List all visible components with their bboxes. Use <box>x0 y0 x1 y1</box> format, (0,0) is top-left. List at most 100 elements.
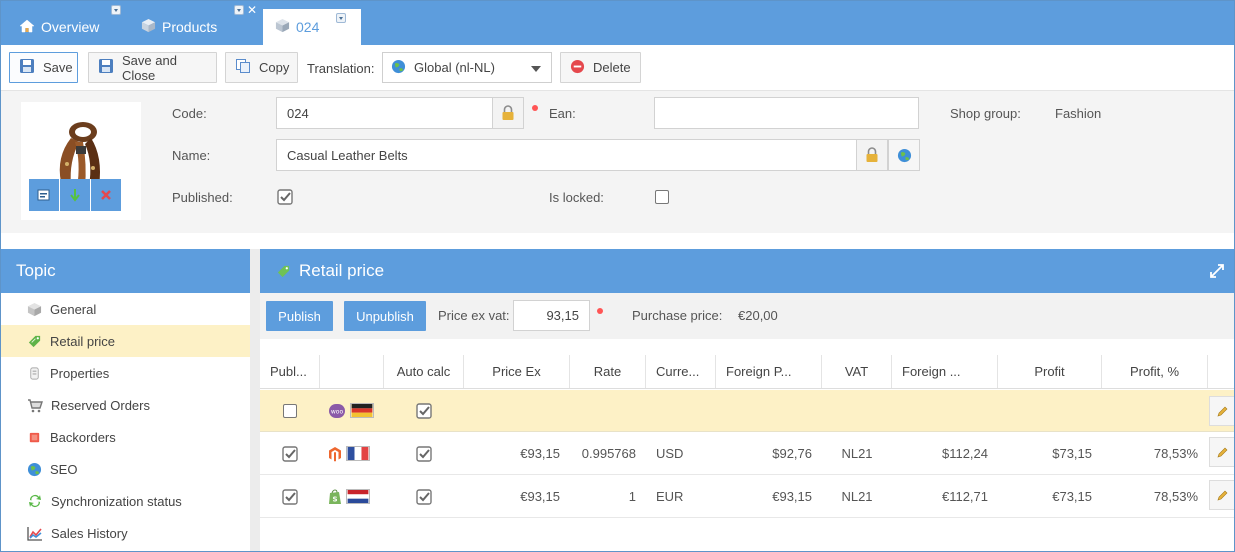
topic-item-general[interactable]: General <box>1 293 250 325</box>
topic-item-label: General <box>50 301 97 317</box>
topic-item-label: SEO <box>50 461 78 477</box>
copy-button[interactable]: Copy <box>225 52 298 83</box>
properties-icon <box>30 366 39 380</box>
translation-select[interactable]: Global (nl-NL) <box>382 52 552 83</box>
cart-icon <box>28 398 43 412</box>
chart-icon <box>27 526 42 541</box>
topic-item-seo[interactable]: SEO <box>1 453 250 485</box>
table-row[interactable]: €93,15 0.995768 USD $92,76 NL21 $112,24 … <box>260 433 1234 475</box>
row-foreign-incl: €112,71 <box>941 489 988 504</box>
column-header-profit-percent[interactable]: Profit, % <box>1102 355 1208 388</box>
shopify-icon: S <box>329 488 341 504</box>
topic-item-reserved-orders[interactable]: Reserved Orders <box>1 389 250 421</box>
column-header-foreign-incl[interactable]: Foreign ... <box>892 355 998 388</box>
lock-icon <box>866 147 878 162</box>
save-and-close-button[interactable]: Save and Close <box>88 52 217 83</box>
column-header-foreign-price[interactable]: Foreign P... <box>716 355 822 388</box>
cube-icon <box>275 18 290 36</box>
unpublish-button[interactable]: Unpublish <box>344 301 426 331</box>
column-header-currency[interactable]: Curre... <box>646 355 716 388</box>
code-lock-button[interactable] <box>492 97 524 129</box>
locked-checkbox[interactable] <box>655 190 669 204</box>
row-foreign-incl: $112,24 <box>941 446 988 461</box>
topic-item-sales-history[interactable]: Sales History <box>1 517 250 549</box>
copy-label: Copy <box>259 60 290 75</box>
row-vat: NL21 <box>841 446 873 461</box>
table-row[interactable]: S €93,15 1 EUR €93,15 NL21 €112,71 €73,1… <box>260 476 1234 518</box>
close-icon[interactable]: ✕ <box>247 4 257 16</box>
name-translate-button[interactable] <box>888 139 920 171</box>
row-auto-calc-cell <box>384 476 464 517</box>
row-edit-button[interactable] <box>1209 437 1234 467</box>
topic-title: Topic <box>1 249 250 293</box>
tab-products-controls: ✕ <box>234 4 257 16</box>
tab-menu-button[interactable] <box>111 5 121 15</box>
tab-menu-button[interactable] <box>234 5 244 15</box>
required-indicator-icon <box>597 308 603 314</box>
published-checkbox[interactable] <box>277 189 293 205</box>
topic-item-properties[interactable]: Properties <box>1 357 250 389</box>
sync-icon <box>29 495 41 507</box>
close-icon[interactable]: ✕ <box>349 12 359 24</box>
auto-calc-checkbox[interactable] <box>416 488 432 505</box>
shop-group-label: Shop group: <box>950 106 1021 121</box>
tab-menu-button[interactable] <box>336 13 346 23</box>
grid-header: Publ... Auto calc Price Ex Rate Curre...… <box>260 355 1234 389</box>
row-profit: €73,15 <box>1052 489 1092 504</box>
row-auto-calc-cell <box>384 433 464 474</box>
row-published-checkbox[interactable] <box>282 445 298 462</box>
name-input[interactable]: Casual Leather Belts <box>276 139 857 171</box>
column-header-shop[interactable] <box>320 355 384 388</box>
row-shop-cell: woo <box>320 390 384 431</box>
row-profit-percent: 78,53% <box>1153 446 1198 461</box>
price-tag-icon <box>277 265 290 277</box>
download-image-button[interactable] <box>60 179 91 211</box>
topic-item-synchronization-status[interactable]: Synchronization status <box>1 485 250 517</box>
row-published-cell <box>260 476 320 517</box>
auto-calc-checkbox[interactable] <box>416 402 432 419</box>
shop-group-value: Fashion <box>1055 106 1102 121</box>
column-header-profit[interactable]: Profit <box>998 355 1102 388</box>
column-header-vat[interactable]: VAT <box>822 355 892 388</box>
tab-024-controls: ✕ <box>336 12 359 24</box>
code-input[interactable]: 024 <box>276 97 493 129</box>
row-published-checkbox[interactable] <box>283 403 297 418</box>
name-label: Name: <box>172 148 211 163</box>
row-profit-percent: 78,53% <box>1153 489 1198 504</box>
column-header-price-ex[interactable]: Price Ex <box>464 355 570 388</box>
publish-button[interactable]: Publish <box>266 301 333 331</box>
price-ex-vat-input[interactable]: 93,15 <box>513 300 590 331</box>
row-currency <box>646 390 716 431</box>
ean-input[interactable] <box>654 97 919 129</box>
cube-icon <box>141 18 156 36</box>
product-header: Code: 024 Ean: Shop group: Fashion Name:… <box>1 91 1234 233</box>
topic-item-label: Synchronization status <box>51 493 182 509</box>
row-edit-button[interactable] <box>1209 396 1234 426</box>
topic-item-backorders[interactable]: Backorders <box>1 421 250 453</box>
delete-label: Delete <box>593 60 631 75</box>
row-rate <box>570 390 646 431</box>
column-header-rate[interactable]: Rate <box>570 355 646 388</box>
published-label: Published: <box>172 190 233 205</box>
row-price-ex: €93,15 <box>520 446 560 461</box>
flag-nl-icon <box>346 489 370 504</box>
auto-calc-checkbox[interactable] <box>416 445 432 462</box>
woocommerce-icon: woo <box>329 403 345 418</box>
save-button[interactable]: Save <box>9 52 78 83</box>
topic-item-retail-price[interactable]: Retail price <box>1 325 250 357</box>
topic-item-label: Properties <box>50 365 110 381</box>
row-currency: EUR <box>656 489 684 504</box>
name-lock-button[interactable] <box>856 139 888 171</box>
tab-products[interactable]: Products <box>141 9 236 45</box>
expand-icon[interactable] <box>1210 264 1224 278</box>
column-header-auto-calc[interactable]: Auto calc <box>384 355 464 388</box>
row-foreign-price: €93,15 <box>772 489 812 504</box>
column-header-published[interactable]: Publ... <box>260 355 320 388</box>
row-published-checkbox[interactable] <box>282 488 298 505</box>
delete-button[interactable]: Delete <box>560 52 641 83</box>
upload-image-button[interactable] <box>29 179 60 211</box>
remove-image-button[interactable] <box>91 179 121 211</box>
row-edit-button[interactable] <box>1209 480 1234 510</box>
image-tools <box>29 179 121 211</box>
table-row[interactable]: woo <box>260 390 1234 432</box>
